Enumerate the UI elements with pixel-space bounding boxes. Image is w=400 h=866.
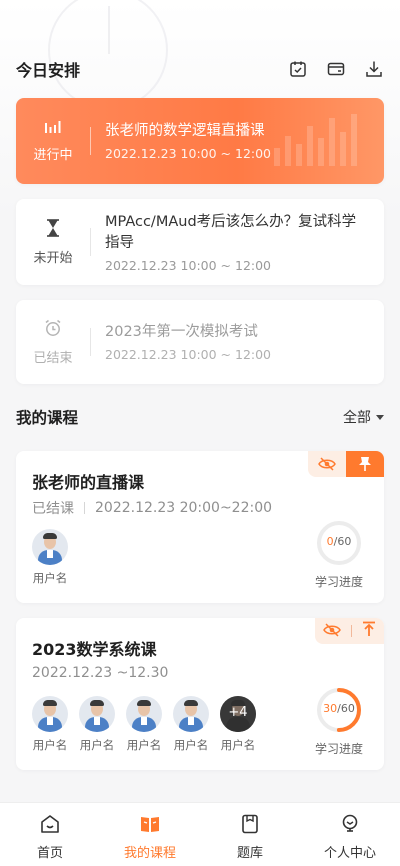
schedule-time: 2022.12.23 10:00 ~ 12:00 [105,257,272,273]
course-actions [315,618,384,644]
progress-total: /60 [337,702,355,715]
calendar-check-icon[interactable] [288,59,308,79]
progress-ring: 30/60 [315,686,363,734]
progress-current: 30 [323,702,338,715]
schedule-card-live[interactable]: 进行中 张老师的数学逻辑直播课 2022.12.23 10:00 ~ 12:00 [16,98,384,184]
nav-label: 题库 [236,846,263,861]
schedule-card-ended[interactable]: 已结束 2023年第一次模拟考试 2022.12.23 10:00 ~ 12:0… [16,300,384,384]
avatar-name: 用户名 [79,738,115,752]
nav-label: 个人中心 [323,846,376,861]
student-avatar-item-more[interactable]: +4 用户名 [220,696,256,753]
student-avatar-item[interactable]: 用户名 [173,696,209,753]
wallet-icon[interactable] [326,59,346,79]
header-actions [288,59,384,79]
course-card[interactable]: 张老师的直播课 已结课 2022.12.23 20:00~22:00 用户名 0… [16,451,384,603]
bottom-navigation: 首页 我的课程 题库 个人中心 [0,802,400,866]
avatar-name: 用户名 [220,738,256,752]
live-bars-icon [44,119,62,138]
nav-item-home[interactable]: 首页 [0,803,100,866]
progress-label: 学习进度 [314,742,363,756]
divider [351,625,352,637]
course-card[interactable]: 2023数学系统课 2022.12.23 ~12.30 用户名 用户名 用户名 … [16,618,384,770]
course-meta: 2022.12.23 ~12.30 [32,665,168,681]
my-courses-header: 我的课程 全部 [16,405,384,429]
avatar-more: +4 [220,696,256,732]
nav-label: 我的课程 [123,846,176,861]
avatar [173,696,209,732]
schedule-title: 2023年第一次模拟考试 [105,324,258,340]
course-meta: 已结课 2022.12.23 20:00~22:00 [32,498,272,518]
nav-item-profile[interactable]: 个人中心 [300,803,400,866]
progress-value: 0/60 [315,535,363,548]
progress-value: 30/60 [315,702,363,715]
schedule-title: MPAcc/MAud考后该怎么办？复试科学指导 [105,213,357,251]
profile-icon [339,813,361,839]
student-avatars: 用户名 [32,529,68,586]
course-time: 2022.12.23 ~12.30 [32,665,169,681]
avatar [79,696,115,732]
question-bank-icon [239,813,261,839]
nav-item-my-courses[interactable]: 我的课程 [100,803,200,866]
study-progress: 30/60 学习进度 [310,686,368,757]
avatar-name: 用户名 [32,571,68,585]
course-book-icon [139,813,161,839]
nav-label: 首页 [36,846,63,861]
schedule-card-pending[interactable]: 未开始 MPAcc/MAud考后该怎么办？复试科学指导 2022.12.23 1… [16,199,384,285]
course-title: 张老师的直播课 [32,473,145,492]
course-actions [308,451,384,477]
student-avatar-item[interactable]: 用户名 [32,696,68,753]
course-title: 2023数学系统课 [32,640,157,659]
schedule-status-text: 进行中 [33,148,73,163]
course-time: 2022.12.23 20:00~22:00 [95,500,273,516]
hide-eye-icon[interactable] [308,451,346,477]
schedule-status-text: 已结束 [33,350,73,366]
student-avatars: 用户名 用户名 用户名 用户名 +4 用户名 [32,696,256,753]
progress-total: /60 [333,535,352,548]
page-title: 今日安排 [16,61,81,80]
action-pair [315,618,384,644]
schedule-status: 进行中 [16,119,90,163]
course-filter-dropdown[interactable]: 全部 [343,407,384,427]
divider [84,502,85,514]
course-status: 已结课 [32,501,74,517]
avatar [126,696,162,732]
student-avatar-item[interactable]: 用户名 [32,529,68,586]
progress-current: 0 [326,535,334,548]
progress-label: 学习进度 [314,575,363,589]
avatar [32,529,68,565]
caret-down-icon [376,414,384,420]
download-icon[interactable] [364,59,384,79]
schedule-info: 2023年第一次模拟考试 2022.12.23 10:00 ~ 12:00 [91,322,384,362]
avatar-name: 用户名 [173,738,209,752]
bars-decoration [274,114,364,166]
hide-eye-icon[interactable] [323,622,341,641]
alarm-clock-icon [44,319,62,341]
schedule-status: 未开始 [16,218,90,266]
progress-ring: 0/60 [315,519,363,567]
schedule-info: MPAcc/MAud考后该怎么办？复试科学指导 2022.12.23 10:00… [91,212,384,273]
top-header: 今日安排 [16,56,384,82]
schedule-status: 已结束 [16,319,90,366]
student-avatar-item[interactable]: 用户名 [126,696,162,753]
section-title: 我的课程 [16,409,79,427]
study-progress: 0/60 学习进度 [310,519,368,590]
filter-label: 全部 [343,410,371,426]
hourglass-icon [46,218,60,241]
avatar [32,696,68,732]
nav-item-question-bank[interactable]: 题库 [200,803,300,866]
schedule-status-text: 未开始 [33,250,73,266]
avatar-name: 用户名 [126,738,162,752]
pin-icon[interactable] [346,451,384,477]
home-icon [39,813,61,839]
more-count: +4 [228,705,248,720]
pin-to-top-icon[interactable] [362,621,376,641]
avatar-name: 用户名 [32,738,68,752]
schedule-time: 2022.12.23 10:00 ~ 12:00 [105,347,272,362]
student-avatar-item[interactable]: 用户名 [79,696,115,753]
